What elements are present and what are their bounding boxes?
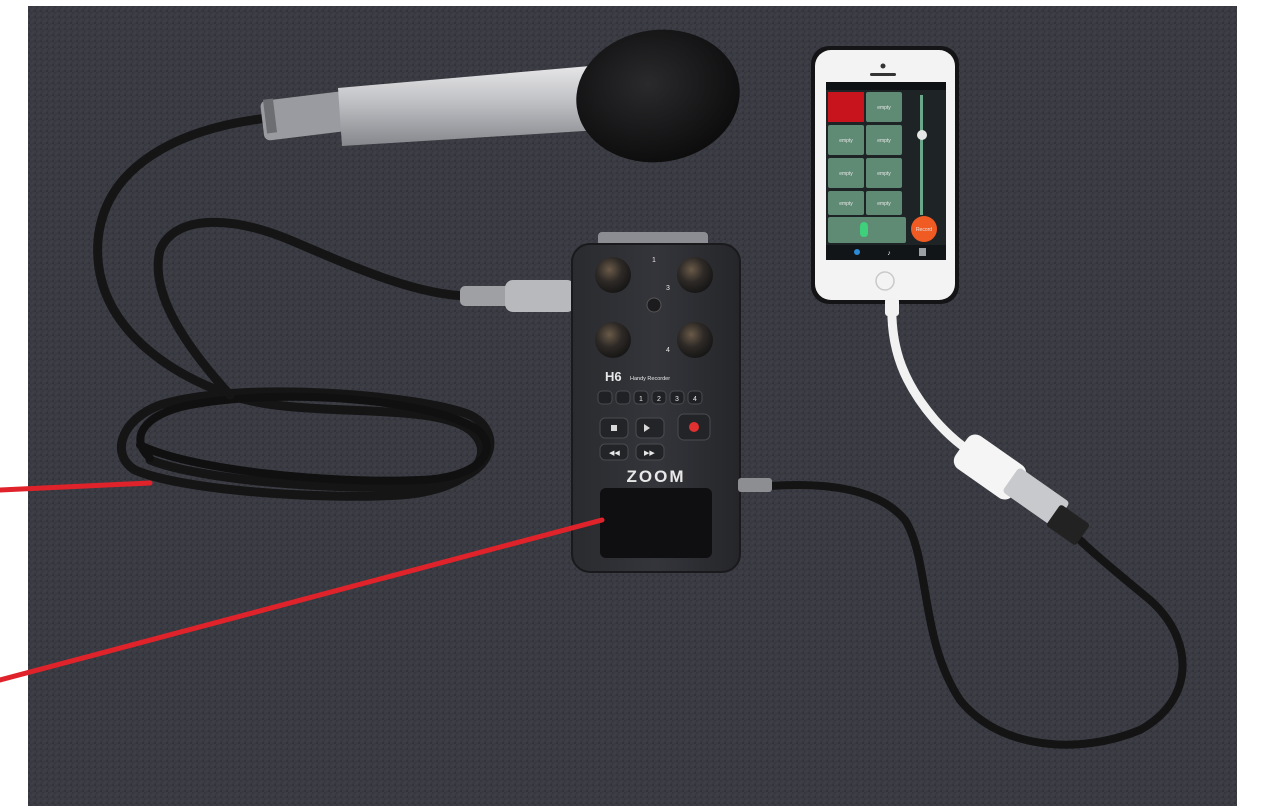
stop-icon <box>611 425 617 431</box>
gain-knob-3[interactable] <box>595 322 631 358</box>
xlr-plug <box>460 286 510 306</box>
model-label: H6 <box>605 369 622 384</box>
pad-label-3: empty <box>877 138 891 144</box>
smartphone: empty empty empty empty empty empty empt… <box>811 46 959 304</box>
mic-icon <box>860 222 868 237</box>
gain-knob-2[interactable] <box>677 257 713 293</box>
usb-port <box>738 478 772 492</box>
gain-knob-1[interactable] <box>595 257 631 293</box>
pad-label-1: empty <box>877 105 891 111</box>
pad-label-6: empty <box>839 201 853 207</box>
tab-music-icon[interactable]: ♪ <box>887 250 891 257</box>
photo-scene: 1 3 4 H6 Handy Recorder 1 2 3 4 ◀◀ ▶▶ ZO… <box>0 0 1261 810</box>
tab-mic-icon[interactable] <box>854 249 860 255</box>
brand-label: ZOOM <box>627 467 686 486</box>
tab-settings-icon[interactable] <box>919 248 926 256</box>
channel-label-1: 1 <box>639 396 643 403</box>
recorder-display <box>600 488 712 558</box>
lightning-plug <box>885 298 899 316</box>
channel-button-l[interactable] <box>597 390 613 405</box>
knob-number-3: 3 <box>666 285 670 292</box>
knob-center-icon <box>646 297 662 313</box>
record-label: Record <box>916 227 932 233</box>
pad-label-5: empty <box>877 171 891 177</box>
track-header <box>828 92 864 122</box>
channel-label-2: 2 <box>657 396 661 403</box>
channel-label-3: 3 <box>675 396 679 403</box>
knob-number-4: 4 <box>666 347 670 354</box>
pad-label-7: empty <box>877 201 891 207</box>
channel-button-r[interactable] <box>615 390 631 405</box>
volume-slider-track[interactable] <box>920 95 923 215</box>
pad-label-2: empty <box>839 138 853 144</box>
rewind-icon: ◀◀ <box>609 450 620 457</box>
volume-slider-thumb[interactable] <box>917 130 927 140</box>
model-subtitle: Handy Recorder <box>630 376 670 382</box>
fast-forward-icon: ▶▶ <box>644 450 655 457</box>
channel-label-4: 4 <box>693 396 697 403</box>
record-icon <box>689 422 699 432</box>
tab-bar <box>826 245 946 260</box>
gain-knob-4[interactable] <box>677 322 713 358</box>
pad-label-4: empty <box>839 171 853 177</box>
knob-number-1: 1 <box>652 257 656 264</box>
